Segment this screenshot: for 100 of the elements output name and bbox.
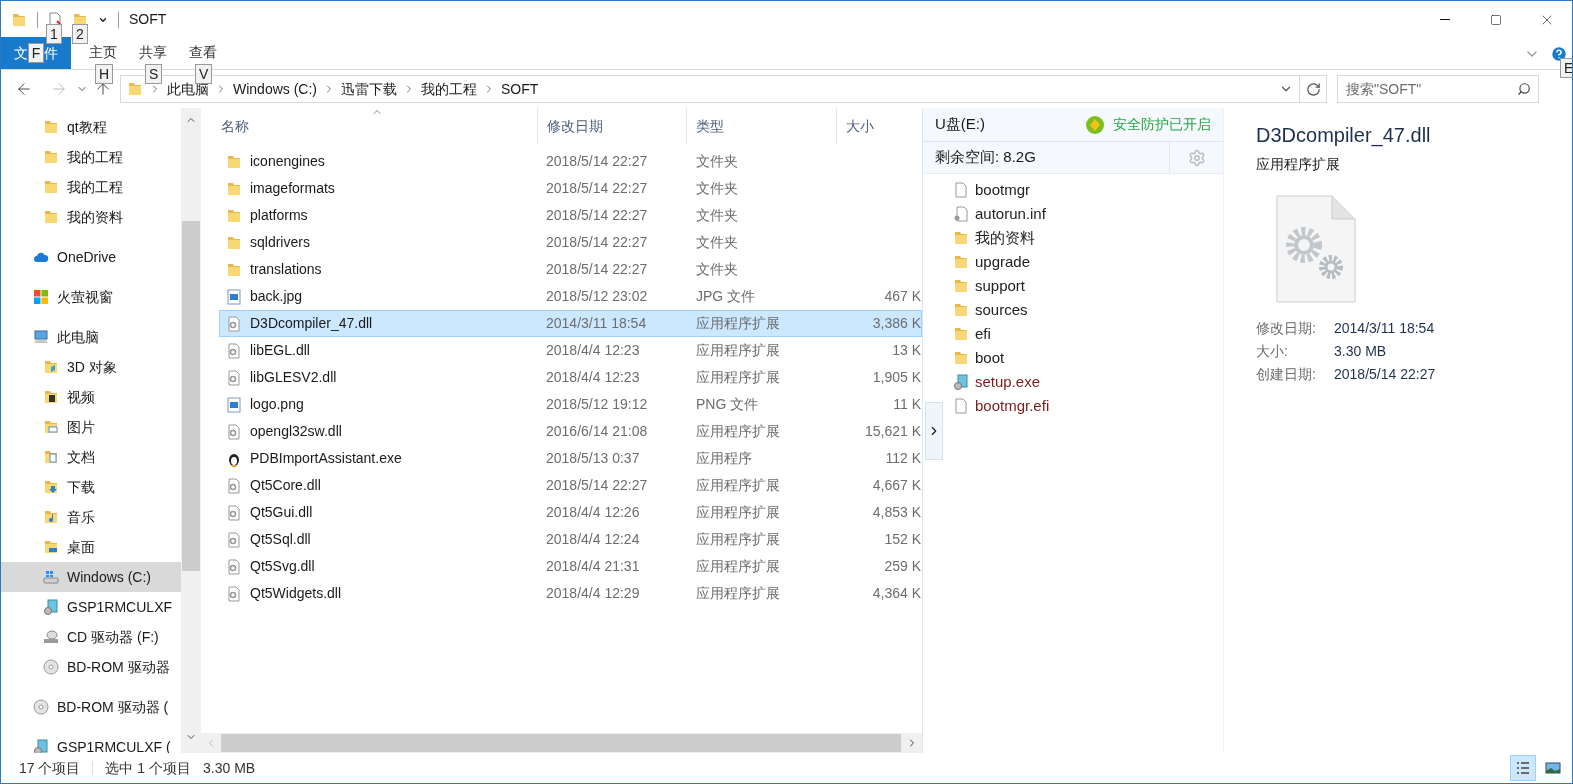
breadcrumb[interactable]: 我的工程 [421,78,477,100]
nav-item[interactable]: OneDrive [1,242,181,272]
disc-icon [33,699,49,715]
forward-button[interactable] [50,80,68,98]
key-tip: H [95,64,114,84]
drive-item[interactable]: autorun.inf [975,202,1046,226]
nav-item[interactable]: 图片 [1,412,181,442]
file-tab-label[interactable]: 件 [44,42,59,64]
window-title: SOFT [129,10,167,29]
drive-item[interactable]: boot [975,346,1005,370]
view-button[interactable] [1510,755,1536,781]
file-row[interactable]: Qt5Svg.dll 2018/4/4 21:31 应用程序扩展 259 K [219,553,922,580]
drive-item[interactable]: upgrade [975,250,1031,274]
file-row[interactable]: platforms 2018/5/14 22:27 文件夹 [219,202,922,229]
file-name: back.jpg [250,287,303,306]
folder-icon [11,11,27,28]
computer-icon [33,329,49,345]
file-row[interactable]: D3Dcompiler_47.dll 2014/3/11 18:54 应用程序扩展 3,386 K [219,310,922,337]
nav-item[interactable]: BD-ROM 驱动器 ( [1,692,181,722]
file-row[interactable]: opengl32sw.dll 2016/6/14 21:08 应用程序扩展 15,621 K [219,418,922,445]
property-value: 3.30 MB [1334,341,1387,361]
nav-item[interactable]: 文档 [1,442,181,472]
nav-item[interactable]: qt教程 [1,112,181,142]
gear-file-icon [1276,195,1356,303]
drive-item[interactable]: 我的资料 [975,226,1035,250]
refresh-icon [1305,81,1321,97]
nav-item[interactable]: Windows (C:) [1,562,181,592]
search-field[interactable]: 搜索"SOFT" [1337,75,1539,103]
setup-disc-icon [33,739,49,753]
scrollbar[interactable] [181,108,201,753]
nav-item[interactable]: 3D 对象 [1,352,181,382]
drive-item[interactable]: sources [975,298,1028,322]
column-header[interactable]: 类型 [687,108,838,144]
file-row[interactable]: Qt5Sql.dll 2018/4/4 12:24 应用程序扩展 152 K [219,526,922,553]
nav-item[interactable]: 火萤视窗 [1,282,181,312]
ribbon-tab[interactable]: 主页 [85,41,121,63]
settings-icon[interactable] [1187,148,1206,167]
file-row[interactable]: Qt5Widgets.dll 2018/4/4 12:29 应用程序扩展 4,364 K [219,580,922,607]
folder-icon [226,261,242,278]
file-row[interactable]: PDBImportAssistant.exe 2018/5/13 0:37 应用程序 112 K [219,445,922,472]
nav-item[interactable]: CD 驱动器 (F:) [1,622,181,652]
file-type: 应用程序扩展 [696,476,781,495]
file-row[interactable]: libGLESV2.dll 2018/4/4 12:23 应用程序扩展 1,905 K [219,364,922,391]
breadcrumb[interactable]: 迅雷下载 [341,78,397,100]
file-row[interactable]: back.jpg 2018/5/12 23:02 JPG 文件 467 K [219,283,922,310]
nav-item[interactable]: 我的工程 [1,142,181,172]
nav-item[interactable]: 桌面 [1,532,181,562]
column-header[interactable]: 名称 [201,108,538,144]
file-type: 文件夹 [696,260,739,279]
drive-item[interactable]: bootmgr [975,178,1031,202]
file-row[interactable]: logo.png 2018/5/12 19:12 PNG 文件 11 K [219,391,922,418]
nav-item[interactable]: 音乐 [1,502,181,532]
refresh-button[interactable] [1300,75,1327,103]
drive-item[interactable]: support [975,274,1026,298]
file-type: 应用程序 [696,449,753,468]
file-row[interactable]: imageformats 2018/5/14 22:27 文件夹 [219,175,922,202]
file-icon [953,398,969,414]
modified-date: 2018/5/14 22:27 [546,152,649,171]
column-header[interactable]: 修改日期 [537,108,688,144]
file-type: 应用程序扩展 [696,341,781,360]
nav-item[interactable]: 下载 [1,472,181,502]
item-count: 17 个项目 [19,758,81,778]
modified-date: 2018/5/12 23:02 [546,287,649,306]
search-icon[interactable] [1517,82,1531,96]
modified-date: 2018/4/4 12:23 [546,368,641,387]
file-row[interactable]: Qt5Core.dll 2018/5/14 22:27 应用程序扩展 4,667 K [219,472,922,499]
file-row[interactable]: libEGL.dll 2018/4/4 12:23 应用程序扩展 13 K [219,337,922,364]
nav-item[interactable]: 视频 [1,382,181,412]
ribbon-tab[interactable]: 共享 [135,41,171,63]
modified-date: 2016/6/14 21:08 [546,422,649,441]
back-button[interactable] [15,80,33,98]
folder-icon [226,234,242,251]
nav-item[interactable]: BD-ROM 驱动器 [1,652,181,682]
nav-item[interactable]: 我的资料 [1,202,181,232]
modified-date: 2018/4/4 12:24 [546,530,641,549]
drive-item[interactable]: setup.exe [975,370,1041,394]
property-label: 创建日期: [1256,364,1317,384]
shield-icon [1085,114,1105,135]
drive-item[interactable]: efi [975,322,991,346]
file-row[interactable]: translations 2018/5/14 22:27 文件夹 [219,256,922,283]
file-name: platforms [250,206,308,225]
file-tab-label[interactable]: 文 [13,42,28,64]
file-size: 152 K [884,530,921,549]
file-type: PNG 文件 [696,395,760,414]
horizontal-scrollbar[interactable] [201,733,922,753]
file-row[interactable]: Qt5Gui.dll 2018/4/4 12:26 应用程序扩展 4,853 K [219,499,922,526]
breadcrumb[interactable]: Windows (C:) [233,78,317,100]
nav-item[interactable]: GSP1RMCULXF [1,592,181,622]
file-row[interactable]: sqldrivers 2018/5/14 22:27 文件夹 [219,229,922,256]
column-header[interactable]: 大小 [837,108,922,144]
file-name: imageformats [250,179,335,198]
drive-item[interactable]: bootmgr.efi [975,394,1050,418]
ribbon-tab[interactable]: 查看 [185,41,221,63]
collapse-panel-button[interactable] [925,402,943,460]
nav-item[interactable]: 此电脑 [1,322,181,352]
nav-item[interactable]: 我的工程 [1,172,181,202]
file-row[interactable]: iconengines 2018/5/14 22:27 文件夹 [219,148,922,175]
file-type: 应用程序扩展 [696,368,781,387]
setup-disc-icon [953,374,969,390]
breadcrumb[interactable]: SOFT [501,78,539,100]
